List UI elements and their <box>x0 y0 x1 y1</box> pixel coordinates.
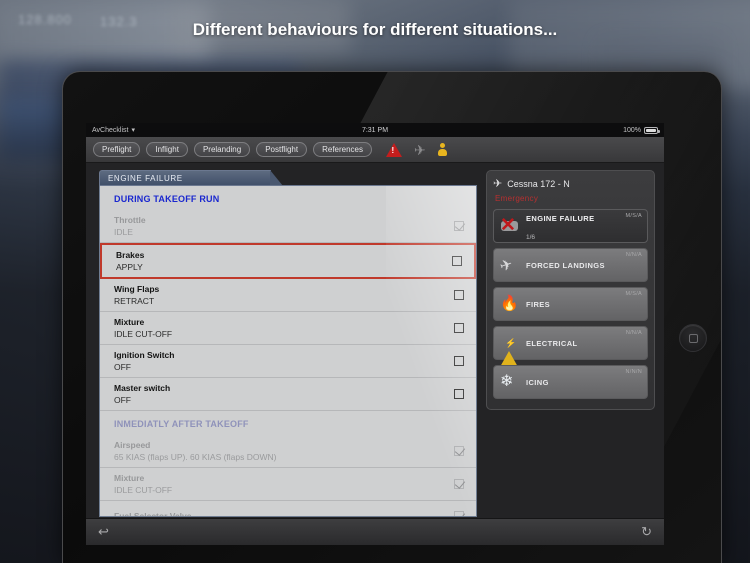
sidebar-item-icing[interactable]: ❄ ICING N/N/N <box>493 365 648 399</box>
item-action: OFF <box>114 395 131 405</box>
status-badge: N/N/N <box>625 369 642 375</box>
refresh-icon[interactable]: ↻ <box>641 524 652 540</box>
checklist-row-mixture[interactable]: Mixture IDLE CUT-OFF <box>100 312 476 345</box>
app-body: ENGINE FAILURE DURING TAKEOFF RUN Thrott… <box>86 163 664 518</box>
checklist-list[interactable]: DURING TAKEOFF RUN Throttle IDLE Brakes <box>99 185 477 517</box>
engine-failure-icon <box>500 216 520 236</box>
emergency-group-title: Emergency <box>495 194 539 203</box>
status-bar: AvChecklist ▾ 7:31 PM 100% <box>86 123 664 137</box>
checklist-row-brakes[interactable]: Brakes APPLY <box>100 243 476 279</box>
checklist-tab-header: ENGINE FAILURE <box>99 170 283 186</box>
undo-arrow-icon[interactable]: ↩ <box>98 524 109 540</box>
warning-triangle-icon[interactable] <box>386 142 403 157</box>
item-checkbox[interactable] <box>454 479 464 489</box>
airplane-icon: ✈ <box>493 178 503 190</box>
item-action: APPLY <box>116 262 143 272</box>
tab-inflight[interactable]: Inflight <box>146 142 188 157</box>
item-checkbox[interactable] <box>454 446 464 456</box>
section-header-after-takeoff: INMEDIATLY AFTER TAKEOFF <box>100 411 476 435</box>
snowflake-icon: ❄ <box>500 373 514 390</box>
item-action: IDLE <box>114 227 133 237</box>
battery-icon <box>644 126 660 134</box>
forced-landing-icon: ✈ <box>497 255 515 276</box>
item-checkbox[interactable] <box>454 389 464 399</box>
item-name: Airspeed <box>114 440 151 450</box>
item-name: Brakes <box>116 250 145 260</box>
emergency-sidebar: ✈ Cessna 172 - N Emergency ENGINE FAILUR… <box>481 163 664 518</box>
ipad-device: AvChecklist ▾ 7:31 PM 100% Preflight Inf… <box>62 71 722 563</box>
checklist-row-ignition-switch[interactable]: Ignition Switch OFF <box>100 345 476 378</box>
item-action: 65 KIAS (flaps UP). 60 KIAS (flaps DOWN) <box>114 452 277 462</box>
sidebar-item-label: ELECTRICAL <box>526 338 578 348</box>
checklist-row-fuel-selector-valve[interactable]: Fuel Selector Valve <box>100 501 476 517</box>
bottom-toolbar: ↩ ↻ <box>86 518 664 545</box>
caption-text: Different behaviours for different situa… <box>192 20 558 39</box>
item-checkbox[interactable] <box>454 290 464 300</box>
fire-icon: 🔥 <box>500 295 519 312</box>
item-name: Mixture <box>114 317 145 327</box>
aircraft-name: Cessna 172 - N <box>507 178 570 189</box>
item-checkbox-checked[interactable] <box>454 221 464 231</box>
status-badge: M/S/A <box>625 291 642 297</box>
sidebar-item-label: FORCED LANDINGS <box>526 260 605 270</box>
status-badge: N/N/A <box>625 330 642 336</box>
checklist-pane: ENGINE FAILURE DURING TAKEOFF RUN Thrott… <box>86 163 481 518</box>
tab-postflight[interactable]: Postflight <box>256 142 308 157</box>
ipad-screen: AvChecklist ▾ 7:31 PM 100% Preflight Inf… <box>86 123 664 545</box>
main-toolbar: Preflight Inflight Prelanding Postflight… <box>86 137 664 163</box>
item-name: Wing Flaps <box>114 284 160 294</box>
sidebar-item-progress: 1/6 <box>526 234 536 241</box>
item-checkbox[interactable] <box>454 356 464 366</box>
screenshot-root: 128.800 132.3 Different behaviours for d… <box>0 0 750 563</box>
checklist-row-wing-flaps[interactable]: Wing Flaps RETRACT <box>100 279 476 312</box>
airplane-icon[interactable]: ✈ <box>414 143 426 157</box>
checklist-row-mixture-2[interactable]: Mixture IDLE CUT-OFF <box>100 468 476 501</box>
electrical-warning-icon <box>500 334 520 367</box>
item-action: RETRACT <box>114 296 155 306</box>
item-name: Ignition Switch <box>114 350 175 360</box>
tab-references[interactable]: References <box>313 142 373 157</box>
sidebar-item-forced-landings[interactable]: ✈ FORCED LANDINGS N/N/A <box>493 248 648 282</box>
sidebar-item-label: ENGINE FAILURE <box>526 214 595 223</box>
sidebar-item-fires[interactable]: 🔥 FIRES M/S/A <box>493 287 648 321</box>
item-name: Master switch <box>114 383 171 393</box>
checklist-row-throttle[interactable]: Throttle IDLE <box>100 210 476 243</box>
status-time: 7:31 PM <box>361 126 389 134</box>
sidebar-item-label: FIRES <box>526 299 551 309</box>
sidebar-item-engine-failure[interactable]: ENGINE FAILURE 1/6 M/S/A <box>493 209 648 243</box>
item-checkbox[interactable] <box>454 323 464 333</box>
status-badge: M/S/A <box>625 213 642 219</box>
item-checkbox[interactable] <box>454 511 464 516</box>
item-name: Throttle <box>114 215 146 225</box>
tab-prelanding[interactable]: Prelanding <box>193 142 251 157</box>
item-name: Fuel Selector Valve <box>114 511 192 517</box>
aircraft-header[interactable]: ✈ Cessna 172 - N <box>493 177 648 190</box>
item-name: Mixture <box>114 473 145 483</box>
item-action: IDLE CUT-OFF <box>114 329 173 339</box>
sidebar-item-label: ICING <box>526 377 549 387</box>
section-header-during-takeoff: DURING TAKEOFF RUN <box>100 186 476 210</box>
home-button[interactable] <box>679 324 707 352</box>
item-checkbox[interactable] <box>452 256 462 266</box>
sidebar-item-electrical[interactable]: ELECTRICAL N/N/A <box>493 326 648 367</box>
person-icon[interactable] <box>437 143 447 156</box>
item-action: IDLE CUT-OFF <box>114 485 173 495</box>
battery-percent: 100% <box>623 126 641 134</box>
checklist-row-master-switch[interactable]: Master switch OFF <box>100 378 476 411</box>
status-badge: N/N/A <box>625 252 642 258</box>
checklist-row-airspeed[interactable]: Airspeed 65 KIAS (flaps UP). 60 KIAS (fl… <box>100 435 476 468</box>
tab-preflight[interactable]: Preflight <box>93 142 141 157</box>
item-action: OFF <box>114 362 131 372</box>
